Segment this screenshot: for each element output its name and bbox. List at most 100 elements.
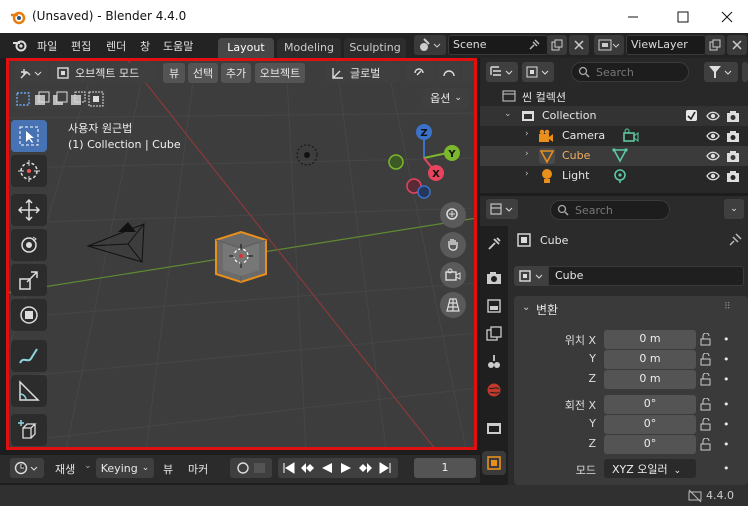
properties-editor-type-button[interactable] — [486, 199, 518, 219]
expand-cube-icon[interactable]: › — [525, 149, 529, 159]
play-reverse-icon[interactable] — [320, 461, 334, 478]
keyframe-location-x-icon[interactable]: • — [723, 333, 730, 346]
new-scene-button[interactable] — [547, 35, 567, 55]
outliner-row-light[interactable]: › Light — [480, 166, 748, 186]
select-new-icon[interactable] — [15, 91, 31, 110]
render-tab-icon[interactable] — [482, 266, 506, 290]
properties-options-button[interactable]: ⌄ — [724, 199, 744, 219]
keyframe-rotation-z-icon[interactable]: • — [723, 438, 730, 451]
keyframe-location-z-icon[interactable]: • — [723, 373, 730, 386]
panel-collapse-chevron-icon[interactable]: ⌄ — [522, 302, 530, 313]
maximize-button[interactable] — [660, 0, 706, 33]
timeline-view-menu[interactable]: 뷰 — [163, 461, 173, 477]
timeline-editor-type-button[interactable] — [10, 458, 44, 478]
tool-annotate[interactable] — [11, 340, 47, 372]
output-tab-icon[interactable] — [482, 294, 506, 318]
cube-visibility-icon[interactable] — [706, 149, 720, 166]
close-button[interactable] — [704, 0, 748, 33]
delete-scene-button[interactable] — [569, 35, 589, 55]
object-data-browse-button[interactable] — [514, 266, 548, 286]
proportional-edit-button[interactable] — [438, 63, 460, 83]
properties-search-input[interactable]: Search — [550, 200, 670, 220]
collection-render-icon[interactable] — [726, 109, 740, 126]
keyframe-rotation-x-icon[interactable]: • — [723, 398, 730, 411]
tool-transform[interactable] — [11, 299, 47, 331]
outliner-search-input[interactable]: Search — [571, 62, 689, 82]
outliner-row-scene-collection[interactable]: 씬 컬렉션 — [480, 86, 748, 106]
auto-keying-button[interactable] — [230, 458, 272, 478]
lock-location-z-icon[interactable] — [700, 372, 714, 389]
rotation-x-field[interactable]: 0° — [604, 395, 696, 414]
outliner-row-camera[interactable]: › Camera — [480, 126, 748, 146]
rotation-y-field[interactable]: 0° — [604, 415, 696, 434]
object-menu[interactable]: 오브젝트 — [255, 63, 305, 83]
object-name-field[interactable]: Cube — [548, 266, 744, 286]
scene-browse-button[interactable] — [414, 35, 446, 55]
mode-dropdown[interactable]: 오브젝트 모드 — [50, 63, 156, 83]
location-y-field[interactable]: 0 m — [604, 350, 696, 369]
select-intersect-icon[interactable] — [88, 91, 104, 110]
playback-menu[interactable]: 재생 — [55, 461, 75, 477]
tool-move[interactable] — [11, 194, 47, 226]
cube-object[interactable] — [211, 228, 273, 286]
camera-visibility-icon[interactable] — [706, 129, 720, 146]
delete-viewlayer-button[interactable] — [727, 35, 747, 55]
menu-window[interactable]: 창 — [140, 38, 150, 54]
menu-edit[interactable]: 편집 — [71, 38, 91, 54]
tool-select-box[interactable] — [11, 120, 47, 152]
new-viewlayer-button[interactable] — [705, 35, 725, 55]
view-menu[interactable]: 뷰 — [163, 63, 185, 83]
snap-options-button[interactable] — [462, 63, 474, 83]
cube-render-icon[interactable] — [726, 149, 740, 166]
collection-tab-icon[interactable] — [482, 416, 506, 440]
zoom-icon[interactable] — [440, 202, 466, 228]
object-tab-icon[interactable] — [482, 451, 506, 475]
camera-view-icon[interactable] — [440, 262, 466, 288]
keyframe-location-y-icon[interactable]: • — [723, 353, 730, 366]
panel-drag-handle-icon[interactable]: ⠿ — [724, 302, 731, 312]
rotation-mode-dropdown[interactable]: XYZ 오일러 ⌄ — [604, 459, 696, 478]
tool-tab-icon[interactable] — [482, 232, 506, 256]
pin-icon[interactable] — [528, 39, 540, 51]
add-menu[interactable]: 추가 — [221, 63, 251, 83]
tool-scale[interactable] — [11, 264, 47, 296]
location-x-field[interactable]: 0 m — [604, 330, 696, 349]
next-keyframe-icon[interactable] — [357, 461, 373, 478]
tool-measure[interactable] — [11, 375, 47, 407]
tab-modeling[interactable]: Modeling — [277, 38, 341, 58]
transform-panel-title[interactable]: 변환 — [536, 301, 558, 318]
keying-menu[interactable]: Keying ⌄ — [96, 458, 154, 478]
keyframe-rotation-mode-icon[interactable]: • — [723, 462, 730, 475]
play-icon[interactable] — [339, 461, 353, 478]
light-object[interactable] — [294, 142, 320, 168]
select-menu[interactable]: 선택 — [188, 63, 218, 83]
snap-button[interactable] — [405, 63, 435, 83]
world-tab-icon[interactable] — [482, 378, 506, 402]
filter-button[interactable] — [704, 62, 738, 82]
cube-mesh-data-icon[interactable] — [612, 148, 628, 167]
expand-light-icon[interactable]: › — [525, 169, 529, 179]
navigation-gizmo[interactable]: Z Y X — [384, 120, 466, 210]
select-extend-icon[interactable] — [34, 91, 50, 110]
camera-data-icon[interactable] — [622, 128, 640, 147]
editor-type-button[interactable] — [14, 63, 48, 83]
outliner-editor-type-button[interactable] — [486, 62, 518, 82]
menu-help[interactable]: 도움말 — [163, 38, 193, 54]
tab-sculpting[interactable]: Sculpting — [344, 38, 406, 58]
location-z-field[interactable]: 0 m — [604, 370, 696, 389]
3d-viewport[interactable]: 오브젝트 모드 뷰 선택 추가 오브젝트 글로벌 옵션 ⌄ 사용자 원근법 (1)… — [6, 58, 477, 450]
light-data-icon[interactable] — [612, 168, 628, 187]
blender-menu-icon[interactable] — [12, 38, 28, 52]
menu-render[interactable]: 렌더 — [106, 38, 126, 54]
view-layer-tab-icon[interactable] — [482, 322, 506, 346]
tool-cursor[interactable] — [11, 155, 47, 187]
collection-visibility-icon[interactable] — [706, 109, 720, 126]
menu-file[interactable]: 파일 — [37, 38, 57, 54]
camera-render-icon[interactable] — [726, 129, 740, 146]
jump-end-icon[interactable] — [378, 461, 392, 478]
select-subtract-icon[interactable] — [52, 91, 68, 110]
new-collection-button[interactable] — [742, 62, 748, 82]
keyframe-rotation-y-icon[interactable]: • — [723, 418, 730, 431]
lock-rotation-z-icon[interactable] — [700, 437, 714, 454]
viewlayer-browse-button[interactable] — [594, 35, 624, 55]
